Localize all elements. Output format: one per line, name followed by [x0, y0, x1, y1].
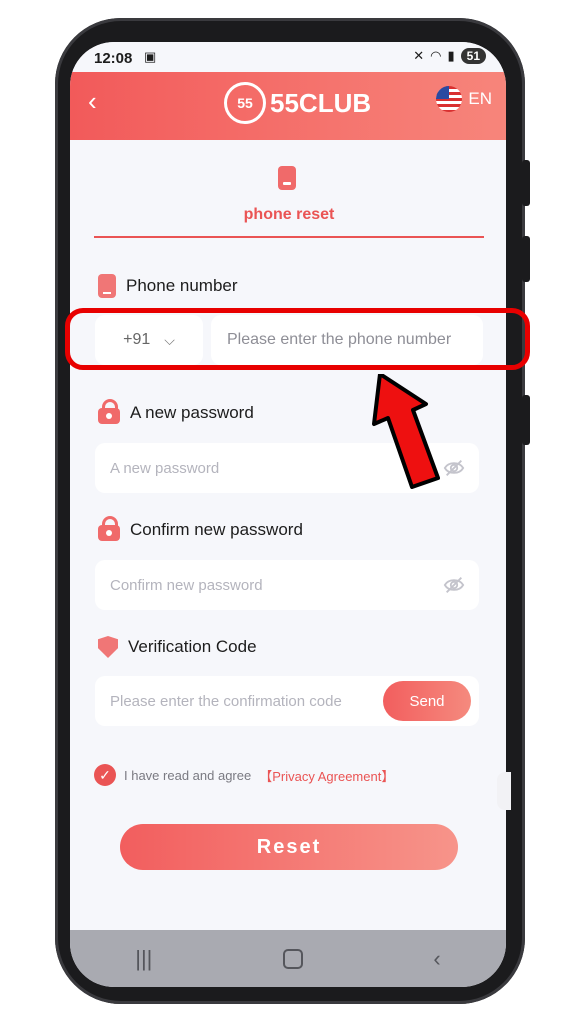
app-logo: 55 55CLUB [224, 82, 371, 124]
agreement-text: I have read and agree [124, 767, 252, 783]
status-time: 12:08 [94, 50, 133, 67]
tab-underline [94, 236, 484, 238]
agreement-row: ✓ I have read and agree 【Privacy Agreeme… [94, 764, 394, 786]
battery-indicator: 51 [460, 48, 486, 64]
phone-number-label-text: Phone number [126, 276, 238, 295]
phone-icon [98, 274, 116, 298]
eye-off-icon[interactable] [443, 457, 465, 479]
app-header: ‹ 55 55CLUB EN [70, 72, 506, 140]
android-nav-bar: ||| ‹ [70, 930, 506, 987]
verification-code-input[interactable]: Please enter the confirmation code Send [95, 676, 479, 726]
recent-apps-icon[interactable]: ||| [135, 946, 152, 972]
wifi-icon: ◠ [430, 48, 442, 63]
privacy-agreement-link[interactable]: 【Privacy Agreement】 [259, 766, 394, 785]
lock-icon [98, 399, 120, 424]
eye-off-icon[interactable] [443, 574, 465, 596]
phone-icon [278, 166, 296, 190]
verification-code-placeholder: Please enter the confirmation code [110, 692, 342, 710]
verification-code-label-text: Verification Code [128, 637, 257, 656]
annotation-arrow-icon [372, 374, 440, 489]
confirm-password-label: Confirm new password [98, 516, 303, 541]
screen: 12:08 ▣ ✕ ◠ ▮ 51 ‹ 55 55CLUB EN phone re… [70, 42, 506, 987]
shield-icon [98, 636, 118, 658]
status-bar: 12:08 ▣ ✕ ◠ ▮ 51 [70, 42, 506, 72]
tab-label: phone reset [243, 206, 335, 223]
lock-icon [98, 516, 120, 541]
confirm-password-label-text: Confirm new password [130, 520, 303, 539]
new-password-label: A new password [98, 399, 254, 424]
phone-side-button [522, 395, 530, 445]
back-icon[interactable]: ‹ [88, 86, 97, 117]
logo-badge: 55 [224, 82, 266, 124]
logo-text: 55CLUB [270, 87, 372, 118]
confirm-password-placeholder: Confirm new password [110, 576, 263, 594]
language-label: EN [468, 89, 492, 108]
language-selector[interactable]: EN [436, 86, 492, 112]
reset-button[interactable]: Reset [120, 824, 458, 870]
confirm-password-input[interactable]: Confirm new password [95, 560, 479, 610]
send-code-button[interactable]: Send [383, 681, 471, 721]
phone-number-label: Phone number [98, 274, 238, 298]
screenshot-icon: ▣ [144, 49, 157, 64]
side-float-tab[interactable] [497, 772, 511, 810]
annotation-highlight-box [65, 308, 530, 370]
check-icon[interactable]: ✓ [94, 764, 116, 786]
new-password-placeholder: A new password [110, 459, 220, 477]
verification-code-label: Verification Code [98, 636, 257, 658]
new-password-label-text: A new password [130, 403, 254, 422]
home-icon[interactable] [282, 948, 303, 969]
status-icons: ✕ ◠ ▮ 51 [413, 48, 486, 64]
signal-icon: ▮ [447, 48, 455, 63]
phone-side-button [522, 160, 530, 206]
mute-icon: ✕ [413, 48, 425, 63]
nav-back-icon[interactable]: ‹ [433, 946, 440, 972]
flag-icon [436, 86, 463, 112]
phone-side-button [522, 236, 530, 282]
